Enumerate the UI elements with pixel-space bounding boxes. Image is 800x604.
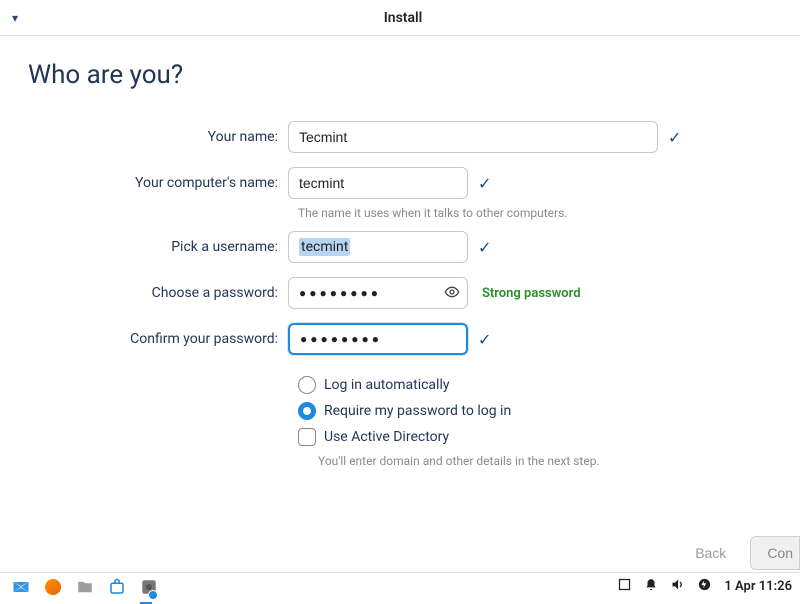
row-password: Choose a password: ●●●●●●●● Strong passw… bbox=[28, 276, 772, 310]
radio-require-password-label: Require my password to log in bbox=[324, 403, 511, 419]
volume-icon[interactable] bbox=[670, 577, 685, 596]
notification-badge-icon bbox=[148, 590, 158, 600]
input-username[interactable]: tecmint bbox=[288, 231, 468, 263]
hint-computer-name: The name it uses when it talks to other … bbox=[298, 206, 772, 220]
installer-app-icon[interactable] bbox=[136, 576, 162, 598]
check-icon: ✓ bbox=[478, 174, 491, 193]
row-your-name: Your name: ✓ bbox=[28, 120, 772, 154]
power-icon[interactable] bbox=[697, 577, 712, 596]
eye-icon[interactable] bbox=[444, 284, 460, 304]
desktop-icon[interactable] bbox=[617, 577, 632, 596]
row-confirm-password: Confirm your password: ●●●●●●●● ✓ bbox=[28, 322, 772, 356]
password-strength: Strong password bbox=[482, 286, 581, 301]
password-dots: ●●●●●●●● bbox=[299, 286, 381, 300]
radio-auto-login[interactable]: Log in automatically bbox=[298, 376, 772, 394]
row-computer-name: Your computer's name: ✓ bbox=[28, 166, 772, 200]
label-computer-name: Your computer's name: bbox=[28, 175, 288, 191]
page-heading: Who are you? bbox=[28, 60, 772, 90]
titlebar: ▾ Install bbox=[0, 0, 800, 36]
radio-icon bbox=[298, 402, 316, 420]
check-icon: ✓ bbox=[478, 238, 491, 257]
software-icon[interactable] bbox=[104, 576, 130, 598]
confirm-password-dots: ●●●●●●●● bbox=[300, 332, 382, 346]
checkbox-active-directory[interactable]: Use Active Directory bbox=[298, 428, 772, 446]
input-confirm-password[interactable]: ●●●●●●●● bbox=[288, 323, 468, 355]
row-username: Pick a username: tecmint ✓ bbox=[28, 230, 772, 264]
check-icon: ✓ bbox=[668, 128, 681, 147]
window-title: Install bbox=[18, 10, 788, 26]
label-password: Choose a password: bbox=[28, 285, 288, 301]
checkbox-icon bbox=[298, 428, 316, 446]
installer-content: Who are you? Your name: ✓ Your computer'… bbox=[0, 36, 800, 468]
check-icon: ✓ bbox=[478, 330, 491, 349]
radio-require-password[interactable]: Require my password to log in bbox=[298, 402, 772, 420]
input-your-name[interactable] bbox=[288, 121, 658, 153]
continue-button[interactable]: Con bbox=[750, 536, 800, 570]
back-button[interactable]: Back bbox=[681, 536, 740, 570]
zorin-menu-icon[interactable] bbox=[8, 576, 34, 598]
taskbar: 1 Apr 11:26 bbox=[0, 572, 800, 600]
nav-buttons: Back Con bbox=[681, 536, 800, 570]
username-selected-text: tecmint bbox=[299, 238, 350, 256]
hint-active-directory: You'll enter domain and other details in… bbox=[318, 454, 772, 468]
label-username: Pick a username: bbox=[28, 239, 288, 255]
checkbox-ad-label: Use Active Directory bbox=[324, 429, 449, 445]
label-your-name: Your name: bbox=[28, 129, 288, 145]
input-computer-name[interactable] bbox=[288, 167, 468, 199]
radio-icon bbox=[298, 376, 316, 394]
input-password[interactable]: ●●●●●●●● bbox=[288, 277, 468, 309]
label-confirm-password: Confirm your password: bbox=[28, 331, 288, 347]
active-indicator bbox=[140, 602, 152, 604]
firefox-icon[interactable] bbox=[40, 576, 66, 598]
clock[interactable]: 1 Apr 11:26 bbox=[724, 579, 792, 594]
files-icon[interactable] bbox=[72, 576, 98, 598]
notifications-icon[interactable] bbox=[644, 578, 658, 596]
radio-auto-login-label: Log in automatically bbox=[324, 377, 449, 393]
taskbar-right: 1 Apr 11:26 bbox=[617, 577, 792, 596]
